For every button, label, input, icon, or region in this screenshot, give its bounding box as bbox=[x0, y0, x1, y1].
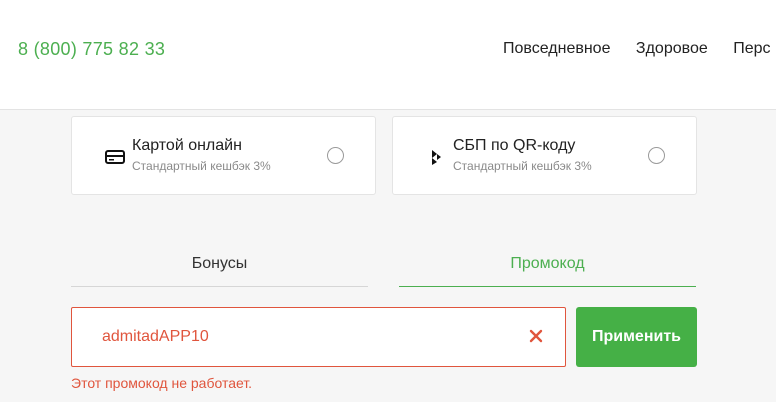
tab-promocode[interactable]: Промокод bbox=[399, 245, 696, 287]
payment-option-title: Картой онлайн bbox=[132, 137, 242, 154]
payment-option-cashback: Стандартный кешбэк 3% bbox=[132, 159, 271, 173]
promocode-field bbox=[71, 307, 566, 367]
payment-option-cashback: Стандартный кешбэк 3% bbox=[453, 159, 592, 173]
nav-item-healthy[interactable]: Здоровое bbox=[636, 40, 708, 58]
credit-card-icon bbox=[105, 150, 125, 164]
payment-option-title: СБП по QR-коду bbox=[453, 137, 576, 154]
phone-link[interactable]: 8 (800) 775 82 33 bbox=[18, 39, 165, 60]
promocode-input[interactable] bbox=[102, 308, 522, 366]
apply-promocode-button[interactable]: Применить bbox=[576, 307, 697, 367]
nav-item-personal[interactable]: Перс bbox=[733, 40, 770, 58]
payment-option-card-online[interactable]: Картой онлайн Стандартный кешбэк 3% bbox=[71, 116, 376, 195]
main-nav: Повседневное Здоровое Перс bbox=[503, 40, 770, 58]
promocode-error-message: Этот промокод не работает. bbox=[71, 375, 253, 391]
close-icon[interactable] bbox=[527, 327, 545, 345]
site-header: 8 (800) 775 82 33 Повседневное Здоровое … bbox=[0, 0, 776, 110]
nav-item-everyday[interactable]: Повседневное bbox=[503, 40, 610, 58]
sbp-icon bbox=[432, 150, 441, 165]
tab-bonuses[interactable]: Бонусы bbox=[71, 245, 368, 287]
payment-option-radio[interactable] bbox=[327, 147, 344, 164]
payment-option-sbp[interactable]: СБП по QR-коду Стандартный кешбэк 3% bbox=[392, 116, 697, 195]
payment-option-radio[interactable] bbox=[648, 147, 665, 164]
